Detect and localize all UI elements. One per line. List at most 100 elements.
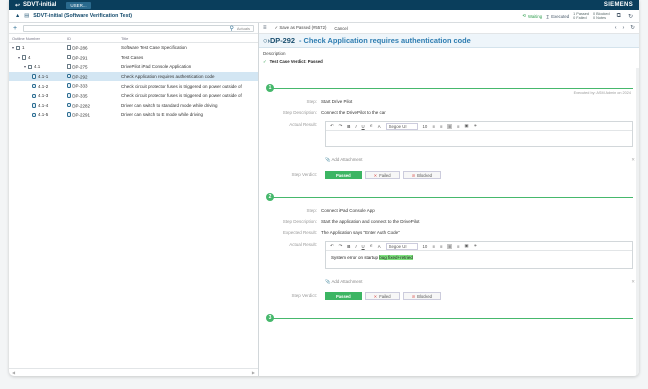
bold-icon[interactable]: B [347,124,350,129]
doc-icon [67,54,71,60]
table-row[interactable]: 4.1-3 DP-335 Check circuit protector fus… [9,91,258,101]
row-outline: 1 [22,45,25,51]
expand-icon[interactable]: ▾ [24,64,26,69]
align-right-icon[interactable]: ≡ [457,124,460,129]
col-id[interactable]: ID [67,36,121,41]
doc-icon [67,64,71,69]
blocked-button[interactable]: ⊘ Blocked [402,171,442,179]
search-input[interactable]: ⚲ Actuals [23,24,254,32]
size-select[interactable]: 10 [423,124,428,129]
remove-icon[interactable]: ✕ [631,279,635,285]
size-select[interactable]: 10 [423,244,428,249]
attachment-label: Add Attachment [331,157,363,162]
cancel-button[interactable]: Cancel [334,26,347,31]
scroll-right-icon[interactable]: ▶ [252,370,255,375]
font-select[interactable]: Segoe UI [385,122,418,130]
status-waiting-label: Waiting [527,13,543,19]
align-center-icon[interactable]: ≡ [447,123,452,129]
editor-content[interactable]: System error on startup bug fixed+retrie… [326,251,632,264]
align-left-icon[interactable]: ≡ [440,244,443,249]
list-icon[interactable]: ≡ [432,244,435,249]
x-icon: ✕ [373,172,378,178]
add-icon[interactable]: + [13,25,17,32]
table-row[interactable]: ▾ 1 DP-286 Software Test Case Specificati… [9,43,258,53]
scroll-left-icon[interactable]: ◀ [12,370,15,375]
failed-button[interactable]: ✕ Failed [364,292,400,300]
expand-icon[interactable]: ▾ [12,45,14,50]
table-row[interactable]: 4.1-5 DP-2291 Driver can switch to E mod… [9,110,258,120]
refresh-icon[interactable]: ↻ [628,13,633,20]
horizontal-scrollbar[interactable]: ◀ ▶ [9,368,258,376]
actual-result-editor[interactable]: ↶ ↷ BI U ∊ A Segoe UI 10 ≡ ≡ ≡ ≡ ▣ ⚭ [325,121,633,147]
prev-icon[interactable]: ‹ [615,25,617,31]
vertical-scrollbar[interactable] [636,68,639,376]
image-icon[interactable]: ▣ [464,123,468,129]
underline-icon[interactable]: U [362,244,365,249]
check-icon: ✓ [274,25,279,30]
passed-button[interactable]: Passed [325,292,362,300]
menu-icon[interactable]: ≡ [263,25,267,31]
undo-icon[interactable]: ↶ [330,243,334,249]
align-center-icon[interactable]: ≡ [447,243,452,249]
table-row[interactable]: ▾ 4 DP-291 Test Cases [9,53,258,63]
user-chip[interactable]: USER... [66,1,91,9]
bold-icon[interactable]: B [347,244,350,249]
passed-button[interactable]: Passed [325,171,362,179]
step-number: 2 [266,193,274,201]
row-id: DP-292 [72,74,88,80]
search-icon[interactable]: ⚲ [229,25,233,32]
table-row[interactable]: 4.1-4 DP-2282 Driver can switch to stand… [9,101,258,111]
back-arrow-icon[interactable]: ↩ [15,2,20,9]
field-label: Expected Result: [282,230,317,235]
image-icon[interactable]: ▣ [464,243,468,249]
strike-icon[interactable]: ∊ [370,123,373,129]
list-icon[interactable]: ≡ [432,124,435,129]
app-title[interactable]: ↩ SDVT-initial [15,2,56,9]
text-color-icon[interactable]: A [378,124,381,129]
table-row[interactable]: ▾ 4.1 DP-275 DrivePilot iPad Console Appl… [9,62,258,72]
open-external-icon[interactable]: ⧉ [617,13,621,20]
field-label: Step: [306,99,317,104]
align-left-icon[interactable]: ≡ [440,124,443,129]
editor-toolbar: ↶ ↷ BI U ∊ A Segoe UI 10 ≡ ≡ ≡ ≡ ▣ ⚭ [326,122,632,131]
col-title[interactable]: Title [121,36,258,41]
expand-icon[interactable]: ▾ [18,55,20,60]
align-right-icon[interactable]: ≡ [457,244,460,249]
redo-icon[interactable]: ↷ [339,243,343,249]
refresh-icon[interactable]: ↻ [630,25,635,31]
strike-icon[interactable]: ∊ [370,243,373,249]
underline-icon[interactable]: U [362,124,365,129]
save-button[interactable]: ✓ Save as Passed (#5572) [275,25,327,31]
expected-result-field: Expected Result: The Application says "En… [259,230,639,235]
col-outline[interactable]: Outline Number [9,36,67,41]
testcase-icon [32,112,36,118]
add-attachment-link[interactable]: 📎 Add Attachment [325,157,362,163]
italic-icon[interactable]: I [355,244,356,249]
collapse-icon[interactable]: ▲ [15,13,20,19]
link-icon[interactable]: ⚭ [473,243,477,249]
actual-result-editor[interactable]: ↶ ↷ BI U ∊ A Segoe UI 10 ≡ ≡ ≡ ≡ ▣ ⚭ System er… [325,241,633,269]
blocked-icon: ⊘ [411,293,416,299]
add-attachment-link[interactable]: 📎 Add Attachment [325,279,362,285]
link-icon[interactable]: ⚭ [473,123,477,129]
step-number: 1 [266,84,274,92]
undo-icon[interactable]: ↶ [330,123,334,129]
table-row[interactable]: 4.1-2 DP-333 Check circuit protector fus… [9,81,258,91]
editor-content[interactable] [326,131,632,139]
table-row-selected[interactable]: 4.1-1 DP-292 Check Application requires … [9,71,258,82]
x-icon: ✕ [373,293,378,299]
blocked-button[interactable]: ⊘ Blocked [402,292,442,300]
remove-icon[interactable]: ✕ [631,157,635,163]
text-color-icon[interactable]: A [378,244,381,249]
status-executed[interactable]: ∑ Executed [546,14,569,19]
item-key-text: DP-292 [269,36,295,45]
status-waiting[interactable]: ⟲ Waiting [522,13,542,19]
next-icon[interactable]: › [623,25,625,31]
italic-icon[interactable]: I [355,124,356,129]
row-id: DP-2282 [72,103,91,109]
font-select[interactable]: Segoe UI [385,242,418,250]
item-title-text: Check Application requires authenticatio… [303,36,471,45]
count-passed: 1 Passed [573,11,589,16]
redo-icon[interactable]: ↷ [339,123,343,129]
failed-button[interactable]: ✕ Failed [364,171,400,179]
